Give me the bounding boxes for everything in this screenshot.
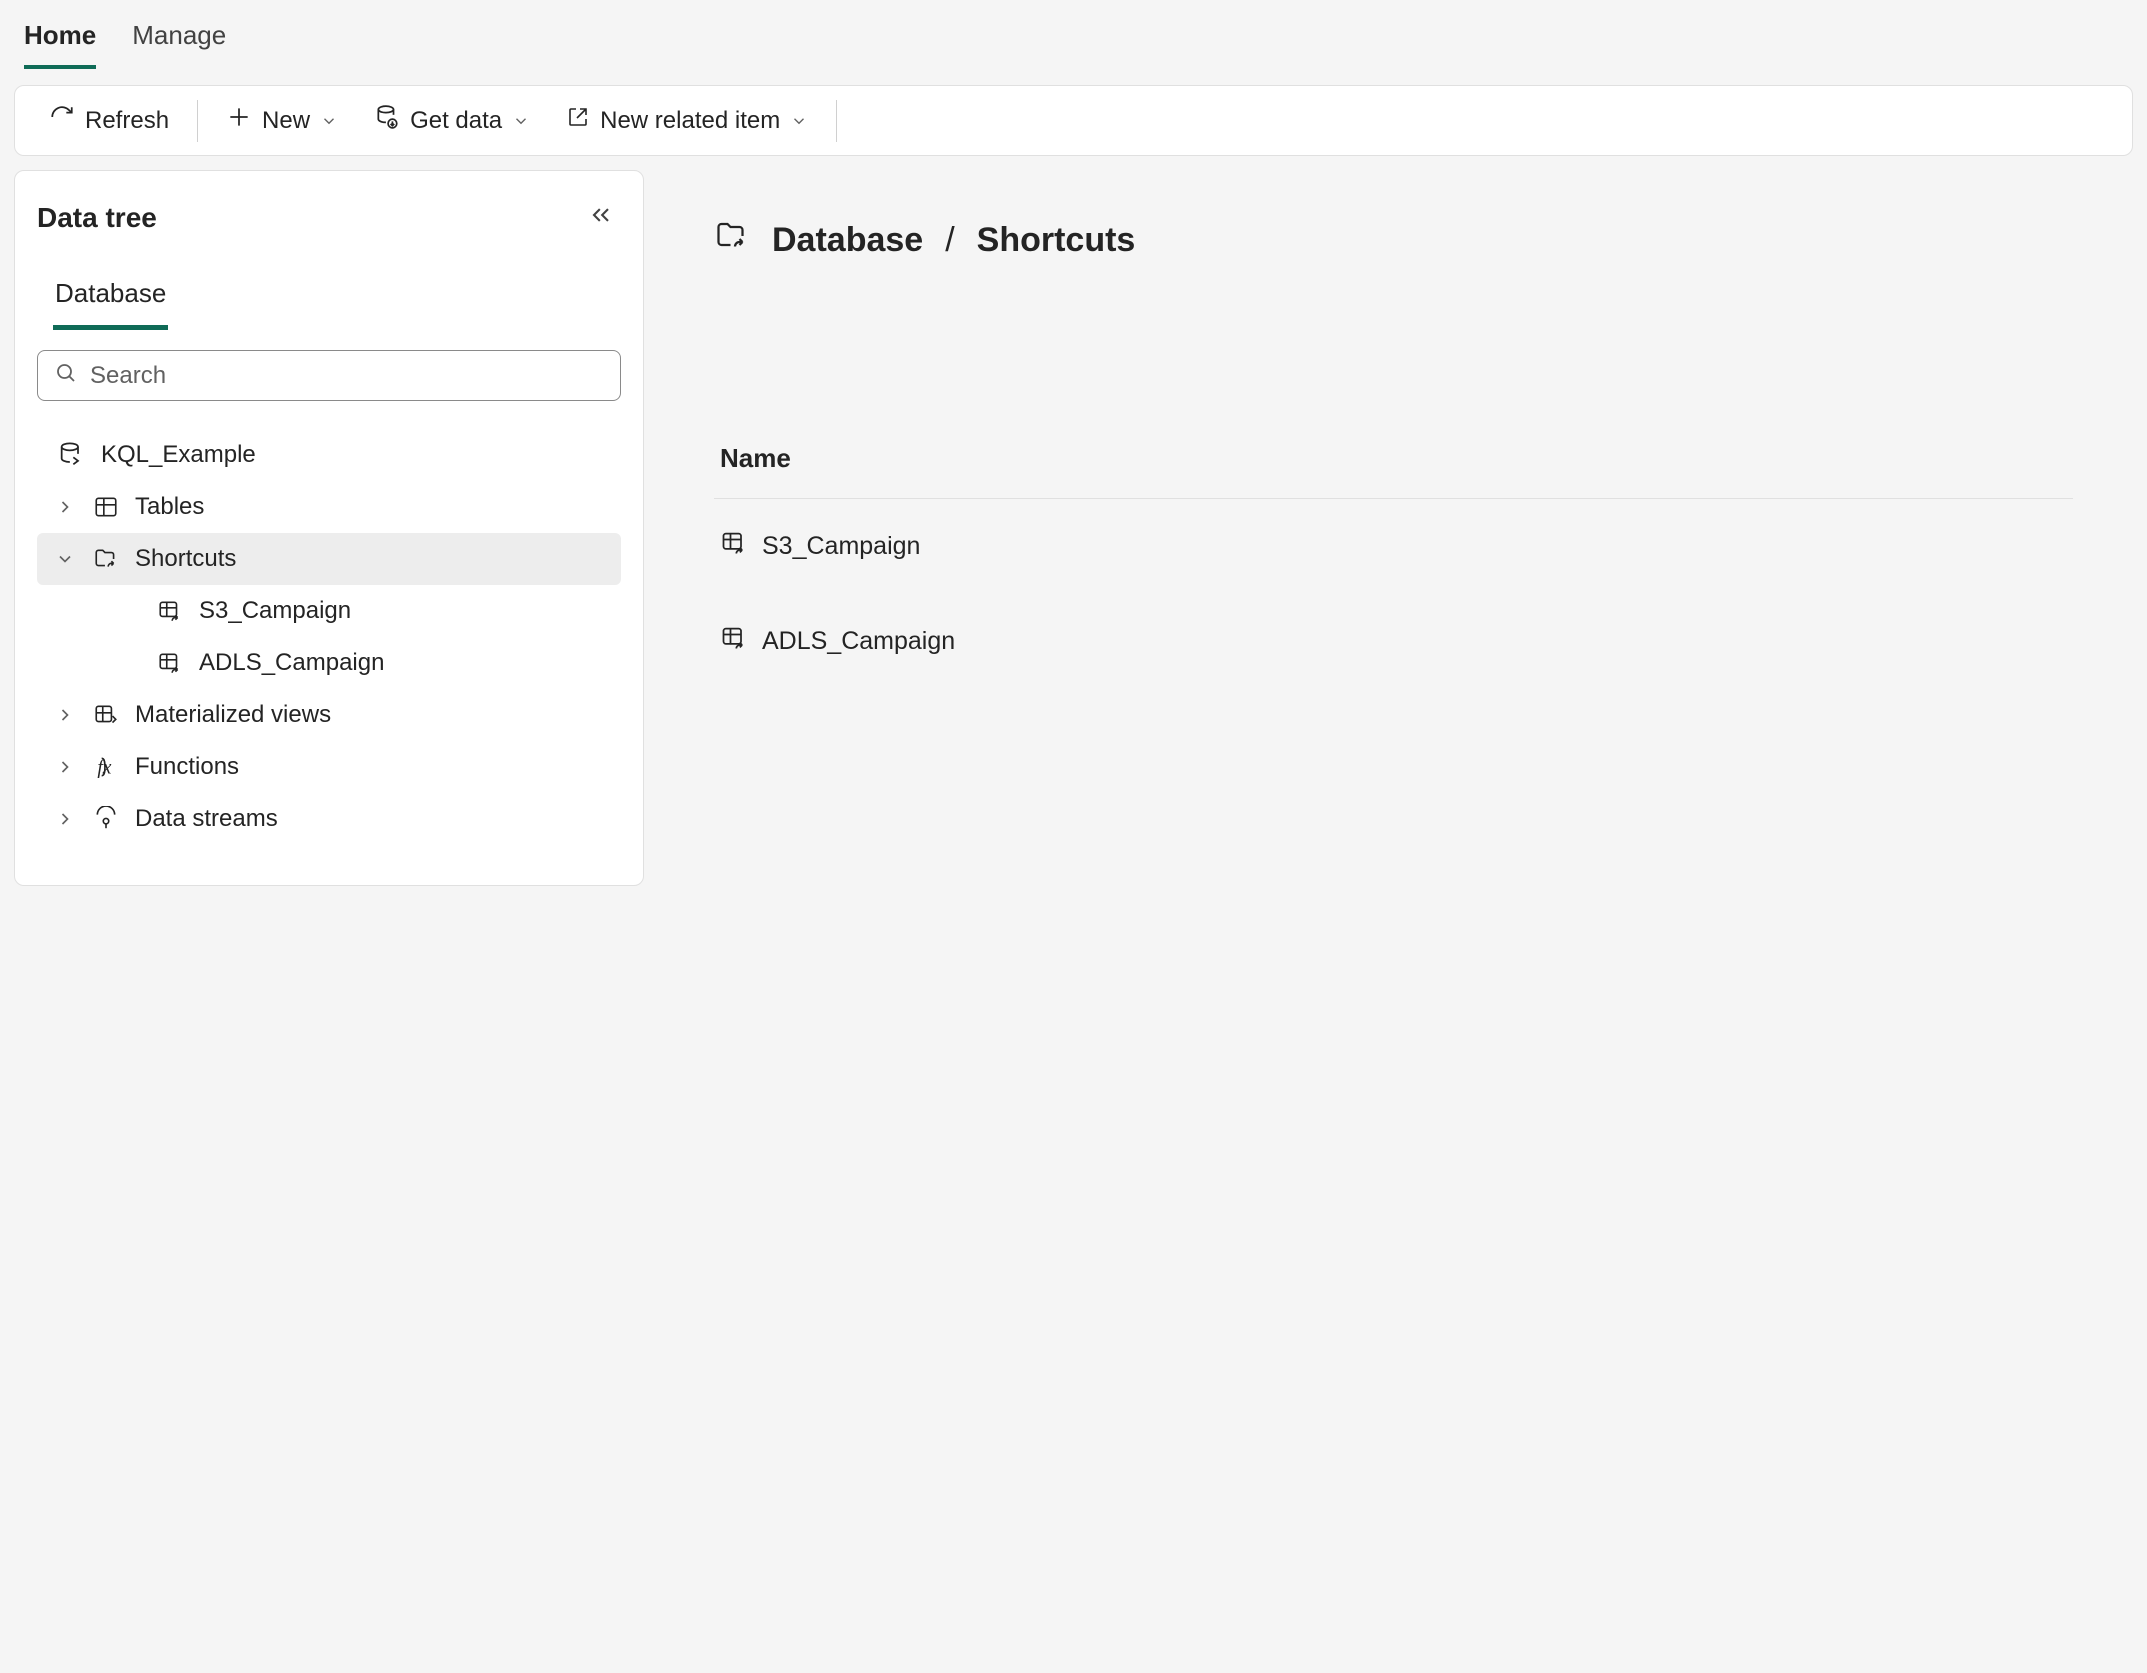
search-box[interactable] bbox=[37, 350, 621, 401]
table-shortcut-icon bbox=[157, 598, 183, 624]
get-data-label: Get data bbox=[410, 107, 502, 135]
search-input[interactable] bbox=[90, 362, 604, 390]
materialized-view-icon bbox=[93, 702, 119, 728]
sidebar-title: Data tree bbox=[37, 202, 157, 234]
collapse-sidebar-button[interactable] bbox=[581, 195, 621, 240]
tab-home[interactable]: Home bbox=[24, 12, 96, 69]
row-label: S3_Campaign bbox=[762, 532, 920, 561]
data-tree: KQL_Example Tables Shortcuts bbox=[37, 429, 621, 845]
row-label: ADLS_Campaign bbox=[762, 627, 955, 656]
breadcrumb-separator: / bbox=[945, 221, 954, 260]
tree-node-tables[interactable]: Tables bbox=[37, 481, 621, 533]
toolbar: Refresh New Get data New related item bbox=[14, 85, 2133, 156]
table-shortcut-icon bbox=[720, 529, 748, 564]
open-external-icon bbox=[566, 105, 590, 136]
tree-label: Functions bbox=[135, 753, 239, 781]
tree-node-data-streams[interactable]: Data streams bbox=[37, 793, 621, 845]
refresh-label: Refresh bbox=[85, 107, 169, 135]
chevron-right-icon bbox=[53, 705, 77, 725]
sidebar-sub-tab-database[interactable]: Database bbox=[53, 268, 168, 330]
tree-label: S3_Campaign bbox=[199, 597, 351, 625]
tree-root-label: KQL_Example bbox=[101, 441, 256, 469]
chevron-down-icon bbox=[320, 112, 338, 130]
chevron-down-icon bbox=[53, 549, 77, 569]
toolbar-divider bbox=[197, 100, 198, 142]
chevron-double-left-icon bbox=[587, 216, 615, 233]
new-button[interactable]: New bbox=[212, 96, 352, 145]
tree-label: Shortcuts bbox=[135, 545, 236, 573]
table-row[interactable]: ADLS_Campaign bbox=[714, 594, 2073, 689]
tree-leaf-adls-campaign[interactable]: ADLS_Campaign bbox=[37, 637, 621, 689]
table-icon bbox=[93, 494, 119, 520]
breadcrumb-shortcuts: Shortcuts bbox=[977, 221, 1136, 260]
svg-text:fx: fx bbox=[97, 758, 111, 779]
chevron-right-icon bbox=[53, 809, 77, 829]
table-shortcut-icon bbox=[720, 624, 748, 659]
tree-leaf-s3-campaign[interactable]: S3_Campaign bbox=[37, 585, 621, 637]
refresh-button[interactable]: Refresh bbox=[35, 96, 183, 145]
new-label: New bbox=[262, 107, 310, 135]
chevron-down-icon bbox=[512, 112, 530, 130]
tree-label: Tables bbox=[135, 493, 204, 521]
plus-icon bbox=[226, 104, 252, 137]
tree-node-shortcuts[interactable]: Shortcuts bbox=[37, 533, 621, 585]
tree-root-database[interactable]: KQL_Example bbox=[37, 429, 621, 481]
tree-label: Materialized views bbox=[135, 701, 331, 729]
chevron-down-icon bbox=[790, 112, 808, 130]
folder-shortcut-icon bbox=[714, 218, 750, 263]
table-shortcut-icon bbox=[157, 650, 183, 676]
new-related-label: New related item bbox=[600, 107, 780, 135]
function-icon: fx bbox=[93, 754, 119, 780]
tree-node-materialized-views[interactable]: Materialized views bbox=[37, 689, 621, 741]
get-data-button[interactable]: Get data bbox=[360, 96, 544, 145]
folder-shortcut-icon bbox=[93, 546, 119, 572]
toolbar-divider bbox=[836, 100, 837, 142]
tree-label: ADLS_Campaign bbox=[199, 649, 384, 677]
breadcrumb-database[interactable]: Database bbox=[772, 221, 923, 260]
database-shortcut-icon bbox=[57, 441, 85, 469]
refresh-icon bbox=[49, 104, 75, 137]
tab-manage[interactable]: Manage bbox=[132, 12, 226, 69]
tree-node-functions[interactable]: fx Functions bbox=[37, 741, 621, 793]
database-download-icon bbox=[374, 104, 400, 137]
breadcrumb: Database / Shortcuts bbox=[714, 218, 2073, 263]
table-row[interactable]: S3_Campaign bbox=[714, 499, 2073, 594]
chevron-right-icon bbox=[53, 757, 77, 777]
data-stream-icon bbox=[93, 806, 119, 832]
search-icon bbox=[54, 361, 78, 390]
content-pane: Database / Shortcuts Name S3_Campaign AD… bbox=[644, 170, 2133, 886]
column-header-name[interactable]: Name bbox=[714, 443, 2073, 499]
sidebar: Data tree Database KQL_Example bbox=[14, 170, 644, 886]
tree-label: Data streams bbox=[135, 805, 278, 833]
chevron-right-icon bbox=[53, 497, 77, 517]
app-tabs: Home Manage bbox=[0, 0, 2147, 69]
new-related-button[interactable]: New related item bbox=[552, 97, 822, 144]
